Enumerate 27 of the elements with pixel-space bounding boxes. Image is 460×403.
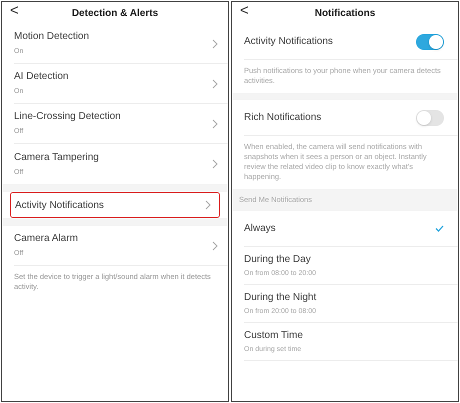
row-label: During the Day [244, 252, 312, 267]
option-row[interactable]: Always [244, 211, 458, 247]
screen-title: Notifications [314, 6, 376, 20]
row-label: Rich Notifications [244, 111, 322, 125]
chevron-right-icon [212, 159, 218, 169]
row-label: Camera Tampering [14, 150, 100, 165]
checkmark-icon [435, 225, 444, 232]
screen-title: Detection & Alerts [72, 6, 158, 20]
row-label: Camera Alarm [14, 232, 79, 246]
row-label: Custom Time [244, 328, 304, 343]
row-label: Motion Detection [14, 30, 90, 44]
row-label: AI Detection [14, 70, 70, 84]
row-label: Activity Notifications [244, 35, 334, 49]
back-button[interactable]: < [240, 3, 249, 18]
chevron-right-icon [212, 118, 218, 128]
toggle-switch[interactable] [416, 110, 444, 126]
row-label: Always [244, 222, 277, 236]
chevron-right-icon [212, 38, 218, 48]
toggle-switch[interactable] [416, 34, 444, 50]
highlighted-row[interactable]: Activity Notifications [10, 192, 220, 218]
row-label: Activity Notifications [15, 198, 105, 212]
row-label: Line-Crossing Detection [14, 110, 122, 124]
chevron-right-icon [212, 78, 218, 88]
back-button[interactable]: < [10, 3, 19, 18]
row-label: During the Night [244, 290, 318, 305]
chevron-right-icon [212, 240, 218, 250]
chevron-right-icon [205, 200, 211, 210]
